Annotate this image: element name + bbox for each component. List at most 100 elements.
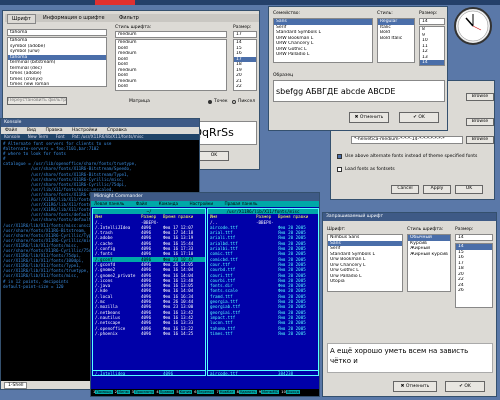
mc-fkey-button[interactable]: Перенос [196, 390, 215, 394]
term-tab-1[interactable]: Konsole [4, 134, 20, 139]
mc-fkeys: 1Помощь2Меню3Просмотр4Правка5Копия6Перен… [91, 389, 319, 396]
mc-fkey-button[interactable]: МенюМС [260, 390, 280, 394]
term-menu-file[interactable]: Файл [5, 128, 17, 133]
mc-menu-options[interactable]: Настройки [189, 201, 213, 206]
load-fontsets-checkbox[interactable] [337, 167, 342, 172]
mc-file-row[interactable]: /.phoenix 4096 Фев 16 14:25 [93, 331, 205, 336]
family-label: Семейство: [273, 11, 301, 16]
fs3-cancel-label: Отменить [405, 384, 430, 389]
shell-tab[interactable]: 1-Shell [4, 382, 28, 389]
top-panel [0, 0, 500, 5]
mc-fkey-button[interactable]: Меню [116, 390, 130, 394]
mc-fkey-button[interactable]: Удалить [238, 390, 257, 394]
browse-button-2[interactable]: Browse [466, 118, 494, 126]
mc-footer-name: /.Intellidea [95, 370, 126, 376]
size-list[interactable]: 8 9 10 11 12 13 14 [419, 26, 445, 66]
fs3-sample-box: А ещё хорошо уметь всем на зависть чётко… [327, 343, 493, 373]
mc-fkey-button[interactable]: НовКат [218, 390, 235, 394]
mc-fkey-button[interactable]: Правка [158, 390, 175, 394]
mc-fkey-button[interactable]: Копия [178, 390, 193, 394]
style-list-item[interactable]: Bold Italic [378, 36, 414, 42]
mc-fkey-button[interactable]: Помощь [95, 390, 113, 394]
fs3-size-field[interactable]: 14 [455, 234, 493, 241]
mc-fkey-button[interactable]: Выход [285, 390, 300, 394]
mc-footer-size: 4096 [163, 370, 174, 376]
size-list-item[interactable]: 26 [456, 288, 492, 294]
term-menu-view[interactable]: Вид [27, 128, 36, 133]
size-list-ru[interactable]: 14 15 16 17 18 19 20 21 22 [233, 39, 257, 91]
mc-right-panel[interactable]: /usr/X11R6/lib/X11/fonts/misc Имя Размер Вр… [207, 208, 319, 376]
style-list-item[interactable]: bold [116, 84, 226, 90]
font-list-item[interactable]: times new roman [8, 82, 106, 86]
size-list-item[interactable]: 14 [420, 60, 444, 65]
mc-footer-size: 384238 [278, 370, 294, 376]
mc-title: Midnight Commander [91, 193, 319, 201]
font-list[interactable]: tahoma symbol (adobe) symbol (urw) tahoma te… [7, 37, 107, 87]
mc-footer-name: aircode.ttf [210, 370, 238, 376]
style-list[interactable]: Regular Italic Bold Bold Italic [377, 18, 415, 63]
use-alt-checkbox[interactable] [337, 154, 342, 159]
size-field[interactable]: 14 [419, 18, 445, 25]
term-menu-help[interactable]: Справка [107, 128, 127, 133]
fs2-cancel-button[interactable]: ✖ Отменить [349, 112, 389, 123]
font-name-field[interactable]: tahoma [7, 29, 107, 36]
style-list-item[interactable]: Жирный курсив [408, 252, 450, 258]
font-selection-dialog: Семейство: Стиль: Размер: Sans Serif Stand… [268, 6, 448, 131]
prefs-ok-button[interactable]: OK [455, 185, 483, 194]
mc-file-row[interactable]: times.ttf Янв 20 2005 [208, 331, 318, 336]
font-request-title: Запрашиваемый шрифт [323, 213, 496, 221]
fs3-style-label: Стиль шрифта: [407, 227, 444, 232]
pixels-label: Пиксел [238, 99, 256, 104]
fs2-ok-button[interactable]: ✔ OK [399, 112, 439, 123]
fs3-ok-button[interactable]: ✔ OK [445, 381, 485, 392]
mc-fkey-button[interactable]: Просмотр [133, 390, 155, 394]
fs3-size-list[interactable]: 14 15 16 17 18 20 22 24 26 [455, 243, 493, 308]
use-alt-label: Use above alternate fonts instead of the… [345, 154, 478, 159]
mc-left-panel[interactable]: ~/Имя Размер Время правки/.. -BBEPX-/.Intel… [92, 208, 206, 376]
term-tab-4[interactable]: Pat: /usr/X11R6/lib/X11/fonts/misc [72, 134, 144, 139]
terminal-menubar: Файл Вид Правка Настройки Справка [1, 127, 199, 134]
mc-menu-file[interactable]: Файл [136, 201, 148, 206]
prefs-cancel-button[interactable]: Cancel [391, 185, 419, 194]
tab-font[interactable]: Шрифт [7, 14, 36, 24]
dots-radio[interactable] [208, 100, 212, 104]
xlfd-field[interactable]: *-helvetica-medium-*-*-*-14-*-*-*-*-*-*-… [351, 136, 463, 144]
term-menu-edit[interactable]: Правка [45, 128, 62, 133]
family-list-item[interactable]: URW Palladio L [274, 52, 372, 58]
font-request-dialog: Запрашиваемый шрифт Шрифт: Стиль шрифта:… [322, 212, 497, 397]
family-list-item[interactable]: Utopia [328, 279, 402, 285]
pixels-radio[interactable] [232, 100, 236, 104]
font-ok-button[interactable]: OK [199, 151, 229, 161]
size-field-ru[interactable]: 17 [233, 31, 257, 38]
tab-bar: Шрифт Информация о шрифте Фильтр [5, 14, 259, 24]
fs3-family-list[interactable]: Nimbus Sans Sans Serif Standard Symbols L Ur… [327, 234, 403, 292]
reset-filter-button[interactable]: Переустановить фильтр [7, 97, 67, 105]
mc-panel-footer: /.Intellidea 4096 [93, 369, 205, 376]
term-menu-settings[interactable]: Настройки [72, 128, 97, 133]
terminal-title-text: Konsole [4, 120, 22, 125]
fs3-size-label: Размер: [455, 227, 474, 232]
clock-icon [453, 6, 493, 46]
tab-filter[interactable]: Фильтр [115, 14, 143, 22]
tab-font-info[interactable]: Информация о шрифте [39, 14, 109, 22]
fs3-family-label: Шрифт: [327, 227, 346, 232]
fs3-style-list[interactable]: Обычный Курсив Жирный Жирный курсив [407, 234, 451, 292]
family-list[interactable]: Sans Serif Standard Symbols L URW Bookman L… [273, 18, 373, 63]
size-label: Размер: [419, 11, 438, 16]
size-list-item[interactable]: 22 [234, 84, 256, 90]
prefs-apply-button[interactable]: Apply [423, 185, 451, 194]
mc-menu-right[interactable]: Правая панель [224, 201, 257, 206]
mc-menu-left[interactable]: Левая панель [94, 201, 124, 206]
style-list-ru[interactable]: medium bold medium bold bold medium bold medium… [115, 39, 227, 91]
browse-button-1[interactable]: Browse [466, 93, 494, 101]
mc-panel-footer: aircode.ttf 384238 [208, 369, 318, 376]
preview-field[interactable]: sbefgg АБВГДЕ abcde ABCDE [273, 80, 445, 102]
term-tab-3[interactable]: Font [56, 134, 65, 139]
style-field-ru[interactable]: medium [115, 31, 227, 38]
fs3-cancel-button[interactable]: ✖ Отменить [393, 381, 437, 392]
mc-menu-command[interactable]: Команда [159, 201, 178, 206]
desktop-tab-highlight[interactable] [95, 0, 135, 5]
load-fontsets-label: Load fonts as fontsets [345, 167, 395, 172]
browse-button-3[interactable]: Browse [466, 136, 494, 144]
term-tab-2[interactable]: New Term [28, 134, 49, 139]
